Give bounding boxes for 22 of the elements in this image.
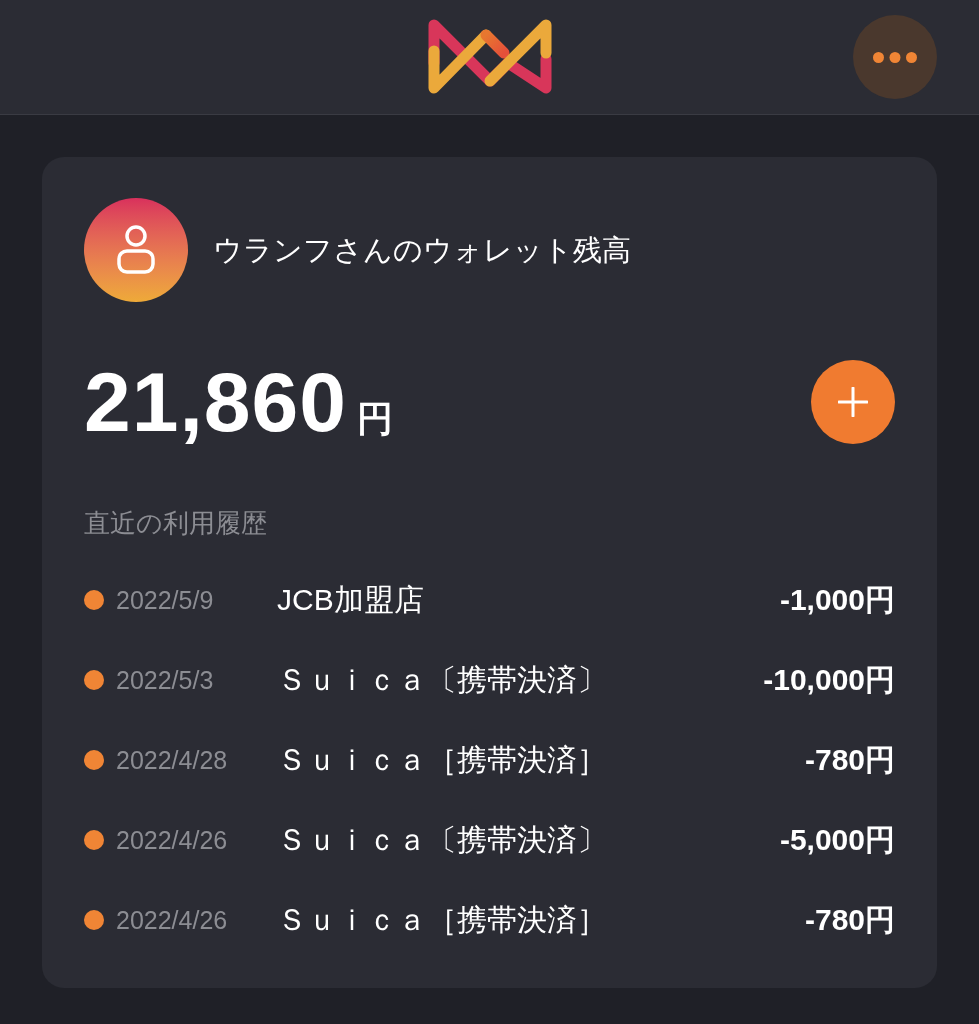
- transaction-amount: -5,000円: [779, 825, 895, 855]
- merchant-name: Ｓｕｉｃａ［携帯決済］: [277, 905, 607, 935]
- transaction-date: 2022/5/9: [116, 587, 215, 613]
- transaction-amount: -1,000円: [779, 585, 895, 615]
- more-icon: [873, 51, 917, 63]
- logo-icon: [427, 18, 552, 94]
- transaction-amount: -780円: [804, 745, 895, 775]
- transaction-date: 2022/4/26: [116, 827, 229, 853]
- balance-amount: 21,860: [84, 360, 347, 444]
- history-heading: 直近の利用履歴: [84, 507, 268, 540]
- merchant-name: Ｓｕｉｃａ［携帯決済］: [277, 745, 607, 775]
- transaction-date: 2022/4/28: [116, 747, 229, 773]
- transaction-amount: -10,000円: [763, 665, 895, 695]
- currency-label: 円: [356, 401, 393, 437]
- wallet-title: ウランフさんのウォレット残高: [213, 235, 631, 265]
- merchant-name: Ｓｕｉｃａ〔携帯決済〕: [277, 825, 607, 855]
- plus-icon: [838, 387, 868, 417]
- transaction-date: 2022/5/3: [116, 667, 215, 693]
- merchant-name: JCB加盟店: [277, 585, 424, 615]
- transaction-amount: -780円: [804, 905, 895, 935]
- transaction-date: 2022/4/26: [116, 907, 229, 933]
- merchant-name: Ｓｕｉｃａ〔携帯決済〕: [277, 665, 607, 695]
